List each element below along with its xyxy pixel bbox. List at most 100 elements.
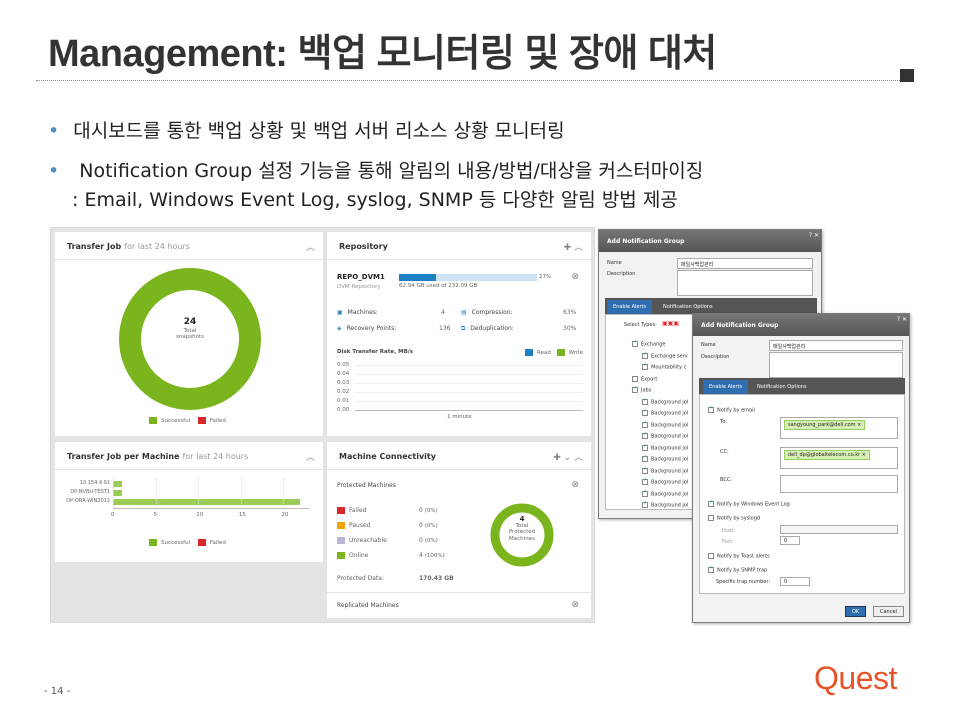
- cc-field[interactable]: dell_dp@globaltelecom.co.kr ×: [780, 447, 898, 469]
- tree-item[interactable]: Background jol: [642, 456, 688, 463]
- tree-checkbox[interactable]: [642, 433, 648, 439]
- collapse-icon[interactable]: ︿: [306, 240, 315, 253]
- bcc-field[interactable]: [780, 475, 898, 493]
- tree-checkbox[interactable]: [632, 375, 638, 382]
- tree-checkbox[interactable]: [632, 387, 638, 393]
- tab-enable-alerts[interactable]: Enable Alerts: [703, 380, 749, 394]
- tree-checkbox[interactable]: [642, 352, 648, 359]
- tree-checkbox[interactable]: [642, 502, 648, 508]
- grid-line: [240, 478, 242, 508]
- tree-item[interactable]: Background jol: [642, 410, 688, 417]
- description-field[interactable]: [677, 270, 813, 296]
- protected-title: Protected Machines: [337, 482, 396, 489]
- tree-item[interactable]: Exchange: [632, 341, 665, 348]
- tree-checkbox[interactable]: [642, 421, 648, 428]
- tree-item[interactable]: Mountability c: [642, 364, 686, 371]
- description-field[interactable]: [769, 352, 903, 378]
- tree-checkbox[interactable]: [642, 456, 648, 462]
- tree-checkbox[interactable]: [642, 398, 648, 405]
- grid-line: [113, 478, 114, 508]
- y-tick: 0.04: [337, 371, 350, 377]
- description-label: Description: [607, 271, 636, 277]
- tab-enable-alerts[interactable]: Enable Alerts: [607, 300, 653, 314]
- grid-line: [283, 478, 285, 508]
- status-row: Failed: [337, 507, 366, 514]
- tree-checkbox[interactable]: [642, 479, 648, 485]
- name-field[interactable]: 매일사백업관리: [769, 340, 903, 351]
- checkbox-checked[interactable]: [708, 407, 714, 413]
- tree-item[interactable]: Background jol: [642, 444, 688, 451]
- status-count: 0 (0%): [419, 537, 438, 544]
- tree-checkbox[interactable]: [642, 444, 648, 451]
- tree-item[interactable]: Background jol: [642, 502, 688, 509]
- notify-snmp-option[interactable]: Notify by SNMP trap: [708, 567, 767, 574]
- machine-bar-chart: 10.154.4.91 DP-NVBU-TEST1 DP-ORA-WIN2012 0 5…: [55, 478, 323, 538]
- axis-line: [113, 508, 309, 509]
- type-filter-icons[interactable]: ▣▣▣: [662, 320, 679, 327]
- notify-syslog-option[interactable]: Notify by syslogd: [708, 515, 760, 522]
- checkbox-checked[interactable]: [708, 501, 714, 507]
- tree-item[interactable]: Export: [632, 375, 657, 382]
- expand-icon[interactable]: ⊗: [571, 600, 579, 610]
- tree-checkbox[interactable]: [642, 467, 648, 474]
- host-field[interactable]: [780, 525, 898, 534]
- tree-item[interactable]: Background jol: [642, 490, 689, 497]
- status-paused-swatch: [337, 522, 345, 529]
- recipient-tag[interactable]: sangyoung_park@dell.com ×: [784, 420, 866, 430]
- tree-item-label: Background jol: [651, 468, 689, 474]
- tree-checkbox[interactable]: [642, 364, 648, 370]
- cancel-button[interactable]: Cancel: [873, 606, 904, 617]
- tree-item[interactable]: Exchange serv: [642, 352, 688, 359]
- collapse-icon[interactable]: ⊗: [571, 480, 579, 490]
- expand-icon[interactable]: ⊗: [571, 272, 579, 282]
- ok-button[interactable]: OK: [845, 606, 867, 617]
- legend-swatch-successful: [149, 539, 157, 546]
- tree-item[interactable]: Background jol: [642, 421, 688, 428]
- tree-item[interactable]: Background jol: [642, 433, 688, 440]
- tree-checkbox[interactable]: [642, 410, 648, 416]
- y-tick: 0.03: [337, 380, 350, 386]
- bullet-dot-icon: •: [48, 160, 60, 182]
- panel-controls[interactable]: ✚ ︿: [564, 240, 583, 253]
- collapse-icon[interactable]: ︿: [306, 450, 315, 463]
- transfer-per-machine-panel: Transfer Job per Machine for last 24 hour…: [55, 442, 323, 562]
- host-label: Host:: [722, 528, 736, 534]
- recipient-tag[interactable]: dell_dp@globaltelecom.co.kr ×: [784, 450, 870, 460]
- tree-checkbox[interactable]: [642, 490, 648, 497]
- tree-item[interactable]: Background jol: [642, 479, 688, 486]
- tree-item-label: Background jol: [651, 479, 689, 486]
- tree-item[interactable]: Background jol: [642, 398, 688, 405]
- grid-line: [355, 383, 583, 384]
- panel-header: Machine Connectivity: [327, 442, 591, 470]
- tree-item-label: Exchange serv: [651, 353, 688, 359]
- tab-notification-options[interactable]: Notification Options: [657, 300, 719, 314]
- checkbox-unchecked[interactable]: [708, 515, 714, 521]
- recovery-label: ◈ Recovery Points:: [337, 325, 397, 332]
- close-icon[interactable]: ? ✕: [897, 316, 907, 323]
- machines-label: ▣ Machines:: [337, 309, 378, 316]
- divider: [327, 592, 591, 593]
- notify-email-option[interactable]: Notify by email: [708, 407, 755, 414]
- checkbox-checked[interactable]: [708, 567, 714, 573]
- tree-item[interactable]: Background jol: [642, 467, 689, 474]
- x-axis-label: 1 minute: [447, 414, 472, 420]
- port-field[interactable]: 0: [780, 536, 800, 545]
- close-icon[interactable]: ? ✕: [809, 232, 819, 239]
- checkbox-unchecked[interactable]: [708, 553, 714, 559]
- dedup-label: ⧉ Deduplication:: [461, 325, 514, 332]
- panel-controls[interactable]: ✚ ⌄ ︿: [553, 450, 583, 463]
- tree-item-label: Background jol: [651, 502, 689, 509]
- name-field[interactable]: 매일사백업관리: [677, 258, 813, 269]
- tab-notification-options[interactable]: Notification Options: [751, 380, 813, 394]
- notify-event-option[interactable]: Notify by Windows Event Log: [708, 501, 790, 508]
- notify-toast-option[interactable]: Notify by Toast alerts: [708, 553, 770, 560]
- dialog-tabs: Enable Alerts Notification Options: [605, 298, 817, 314]
- tree-item[interactable]: Jobs: [632, 387, 651, 394]
- donut-value: 24: [183, 317, 197, 327]
- legend-swatch-write: [556, 349, 565, 356]
- donut-center: 24 Total snapshots: [165, 317, 215, 341]
- trap-field[interactable]: 0: [780, 577, 810, 586]
- tree-item-label: Background jol: [651, 491, 689, 497]
- tree-checkbox[interactable]: [632, 341, 638, 347]
- to-field[interactable]: sangyoung_park@dell.com ×: [780, 417, 898, 439]
